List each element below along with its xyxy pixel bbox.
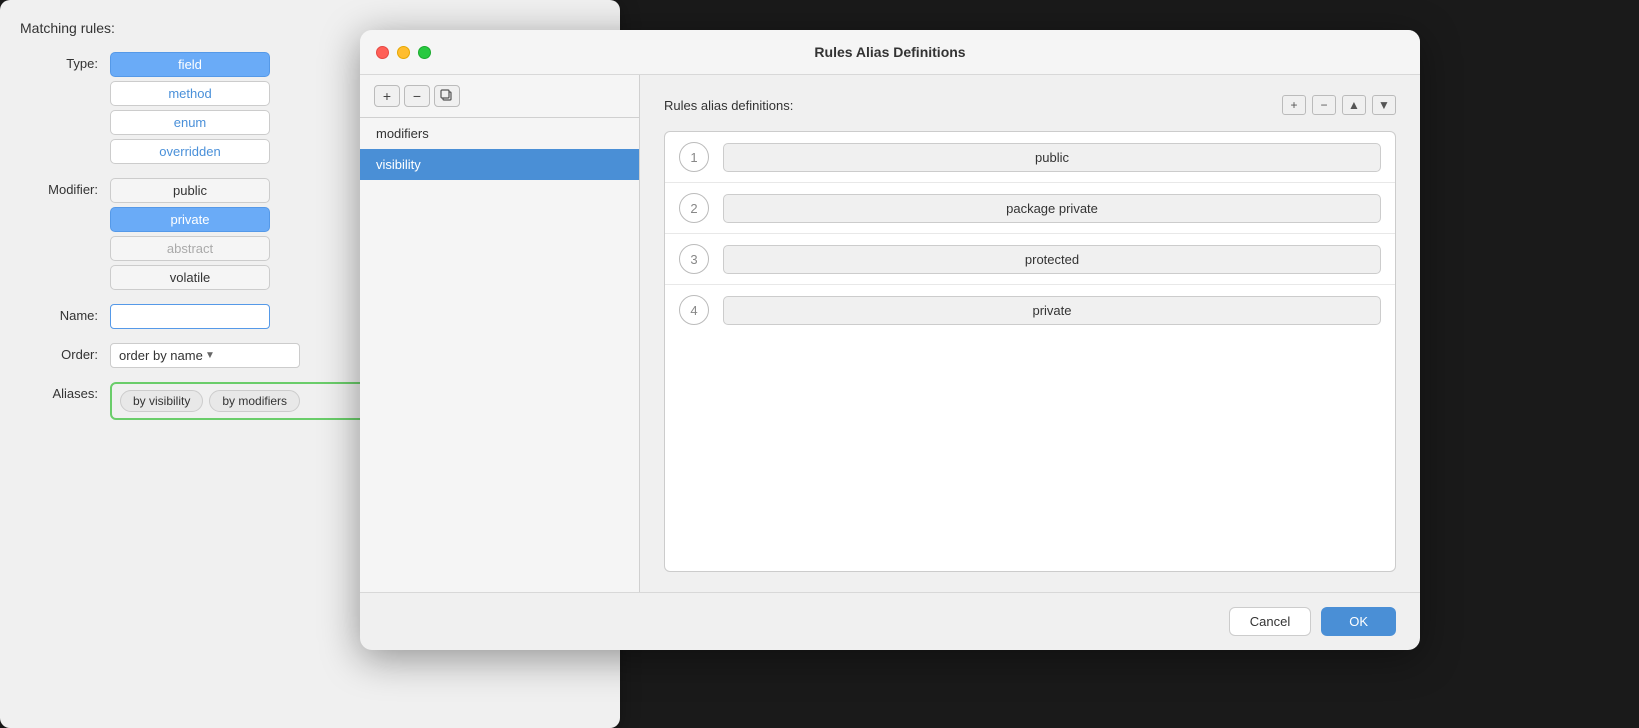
- alias-list-item-modifiers[interactable]: modifiers: [360, 118, 639, 149]
- maximize-button[interactable]: [418, 46, 431, 59]
- order-value: order by name: [119, 348, 205, 363]
- definition-row-2: 2 package private: [665, 183, 1395, 234]
- def-number-2: 2: [679, 193, 709, 223]
- right-toolbar: + − ▲ ▼: [1282, 95, 1396, 115]
- definition-row-4: 4 private: [665, 285, 1395, 335]
- alias-list-item-visibility[interactable]: visibility: [360, 149, 639, 180]
- minimize-button[interactable]: [397, 46, 410, 59]
- def-value-package-private[interactable]: package private: [723, 194, 1381, 223]
- move-down-button[interactable]: ▼: [1372, 95, 1396, 115]
- definition-row-3: 3 protected: [665, 234, 1395, 285]
- type-btn-enum[interactable]: enum: [110, 110, 270, 135]
- close-button[interactable]: [376, 46, 389, 59]
- dialog-left-panel: + − modifiers visibility: [360, 75, 640, 592]
- name-label: Name:: [20, 304, 110, 323]
- modifier-buttons-group: public private abstract volatile: [110, 178, 270, 290]
- traffic-lights: [376, 46, 431, 59]
- ok-button[interactable]: OK: [1321, 607, 1396, 636]
- right-panel-header: Rules alias definitions: + − ▲ ▼: [664, 95, 1396, 115]
- name-input[interactable]: [110, 304, 270, 329]
- def-number-1: 1: [679, 142, 709, 172]
- dialog-titlebar: Rules Alias Definitions: [360, 30, 1420, 75]
- remove-alias-button[interactable]: −: [404, 85, 430, 107]
- copy-icon: [440, 89, 454, 103]
- modifier-btn-public[interactable]: public: [110, 178, 270, 203]
- def-value-public[interactable]: public: [723, 143, 1381, 172]
- definitions-list: 1 public 2 package private 3 protected 4…: [664, 131, 1396, 572]
- type-btn-field[interactable]: field: [110, 52, 270, 77]
- move-up-button[interactable]: ▲: [1342, 95, 1366, 115]
- rules-alias-dialog: Rules Alias Definitions + − modifiers vi…: [360, 30, 1420, 650]
- dialog-footer: Cancel OK: [360, 592, 1420, 650]
- left-toolbar: + −: [360, 75, 639, 118]
- type-btn-method[interactable]: method: [110, 81, 270, 106]
- remove-definition-button[interactable]: −: [1312, 95, 1336, 115]
- alias-tag-visibility[interactable]: by visibility: [120, 390, 203, 412]
- modifier-btn-volatile[interactable]: volatile: [110, 265, 270, 290]
- aliases-box: by visibility by modifiers: [110, 382, 370, 420]
- def-number-4: 4: [679, 295, 709, 325]
- order-label: Order:: [20, 343, 110, 362]
- cancel-button[interactable]: Cancel: [1229, 607, 1311, 636]
- alias-tag-modifiers[interactable]: by modifiers: [209, 390, 300, 412]
- def-value-private[interactable]: private: [723, 296, 1381, 325]
- type-btn-overridden[interactable]: overridden: [110, 139, 270, 164]
- aliases-label: Aliases:: [20, 382, 110, 401]
- modifier-label: Modifier:: [20, 178, 110, 197]
- add-definition-button[interactable]: +: [1282, 95, 1306, 115]
- type-buttons-group: field method enum overridden: [110, 52, 270, 164]
- order-select[interactable]: order by name ▼: [110, 343, 300, 368]
- alias-list: modifiers visibility: [360, 118, 639, 592]
- type-label: Type:: [20, 52, 110, 71]
- chevron-down-icon: ▼: [205, 350, 291, 361]
- dialog-title: Rules Alias Definitions: [814, 44, 965, 60]
- add-alias-button[interactable]: +: [374, 85, 400, 107]
- def-number-3: 3: [679, 244, 709, 274]
- definition-row-1: 1 public: [665, 132, 1395, 183]
- def-value-protected[interactable]: protected: [723, 245, 1381, 274]
- definitions-title: Rules alias definitions:: [664, 98, 793, 113]
- dialog-body: + − modifiers visibility Rules alias def…: [360, 75, 1420, 592]
- dialog-right-panel: Rules alias definitions: + − ▲ ▼ 1 publi…: [640, 75, 1420, 592]
- modifier-btn-private[interactable]: private: [110, 207, 270, 232]
- modifier-btn-abstract[interactable]: abstract: [110, 236, 270, 261]
- copy-alias-button[interactable]: [434, 85, 460, 107]
